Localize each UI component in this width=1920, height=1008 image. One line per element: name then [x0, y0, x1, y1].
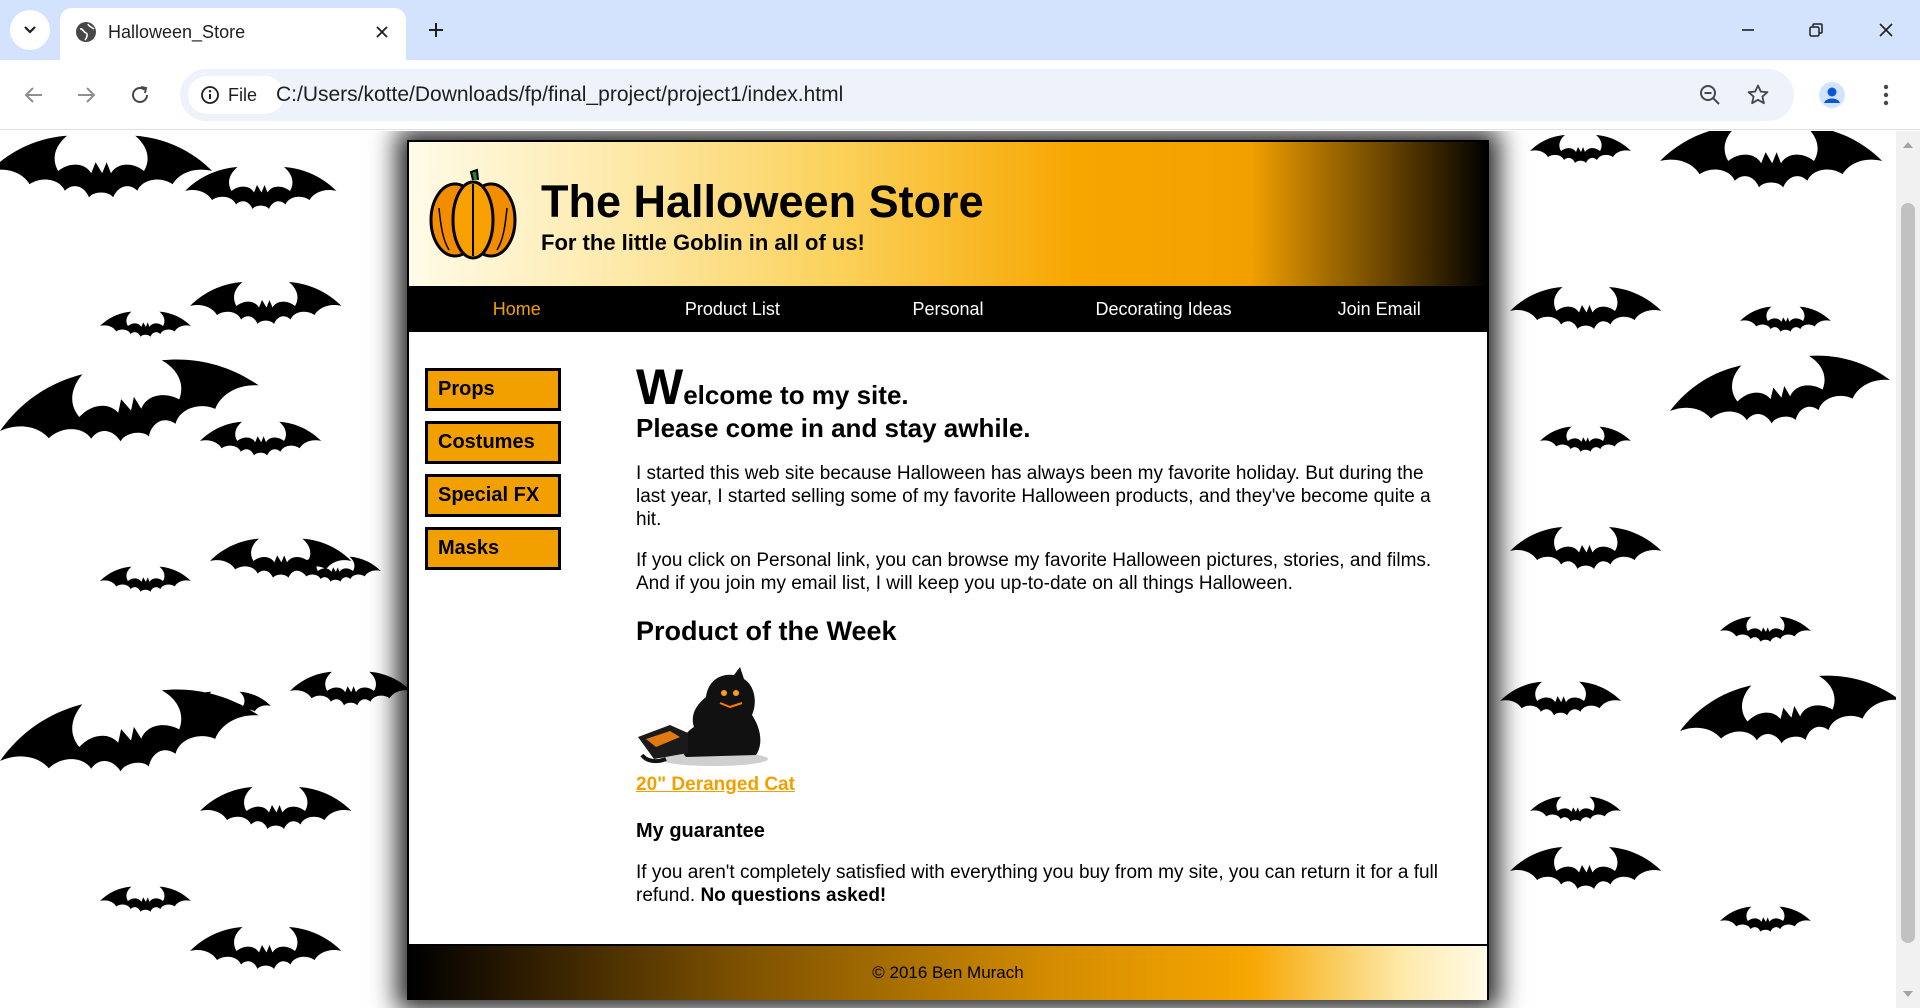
side-nav-special-fx[interactable]: Special FX	[425, 474, 561, 517]
site-footer: © 2016 Ben Murach	[409, 944, 1487, 1000]
guarantee-bold-text: No questions asked!	[700, 885, 887, 906]
avatar-icon	[1819, 82, 1845, 108]
forward-arrow-icon	[78, 87, 96, 103]
plus-icon	[429, 23, 443, 37]
close-window-button[interactable]	[1866, 10, 1906, 50]
forward-button[interactable]	[66, 75, 106, 115]
restore-icon	[1809, 23, 1823, 37]
site-tagline: For the little Goblin in all of us!	[541, 230, 865, 255]
back-button[interactable]	[14, 75, 54, 115]
zoom-out-icon	[1700, 85, 1720, 105]
browser-toolbar: File C:/Users/kotte/Downloads/fp/final_p…	[0, 60, 1920, 130]
vertical-scrollbar[interactable]	[1896, 131, 1920, 1008]
browser-menu-button[interactable]	[1866, 75, 1906, 115]
tab-strip: Halloween_Store	[0, 0, 1920, 60]
nav-decorating-ideas[interactable]: Decorating Ideas	[1056, 286, 1272, 332]
intro-paragraph: I started this web site because Hallowee…	[636, 463, 1431, 530]
tab-search-button[interactable]	[10, 10, 50, 50]
guarantee-heading: My guarantee	[636, 820, 765, 842]
guarantee-paragraph: If you aren't completely satisfied with …	[636, 861, 1456, 907]
site-title: The Halloween Store	[541, 176, 984, 227]
file-label: File	[228, 84, 258, 105]
deranged-cat-image[interactable]	[636, 667, 770, 767]
main-nav: Home Product List Personal Decorating Id…	[409, 286, 1487, 332]
profile-button[interactable]	[1812, 75, 1852, 115]
personal-paragraph: If you click on Personal link, you can b…	[636, 550, 1432, 594]
nav-join-email[interactable]: Join Email	[1271, 286, 1487, 332]
nav-home[interactable]: Home	[409, 286, 625, 332]
chevron-down-icon	[24, 26, 36, 34]
welcome-subheading: Please come in and stay awhile.	[636, 413, 1031, 443]
restore-button[interactable]	[1796, 10, 1836, 50]
pumpkin-logo-icon	[429, 168, 517, 260]
reload-button[interactable]	[120, 75, 160, 115]
side-nav-costumes[interactable]: Costumes	[425, 421, 561, 464]
minimize-icon	[1742, 29, 1754, 31]
side-nav-props[interactable]: Props	[425, 368, 561, 411]
main-content: Welcome to my site. Please come in and s…	[636, 352, 1456, 907]
browser-tab[interactable]: Halloween_Store	[60, 8, 406, 60]
tab-title: Halloween_Store	[108, 22, 246, 42]
scroll-down-icon[interactable]	[1902, 988, 1914, 1000]
close-tab-icon[interactable]	[370, 20, 394, 44]
new-tab-button[interactable]	[418, 12, 454, 48]
welcome-heading: Welcome to my site.	[636, 362, 1456, 412]
product-link[interactable]: 20" Deranged Cat	[636, 773, 795, 797]
star-icon	[1747, 84, 1769, 105]
back-arrow-icon	[24, 87, 42, 103]
welcome-drop-cap: W	[636, 359, 684, 415]
side-nav-masks[interactable]: Masks	[425, 527, 561, 570]
bookmark-button[interactable]	[1742, 79, 1774, 111]
minimize-button[interactable]	[1728, 10, 1768, 50]
page-viewport: The Halloween Store For the little Gobli…	[0, 131, 1896, 1008]
site-header: The Halloween Store For the little Gobli…	[409, 142, 1487, 286]
globe-icon	[76, 22, 96, 42]
site-info-chip[interactable]: File	[188, 76, 284, 114]
close-icon	[1879, 23, 1893, 37]
more-vertical-icon	[1883, 84, 1889, 106]
side-nav: Props Costumes Special FX Masks	[425, 368, 561, 580]
scrollbar-thumb[interactable]	[1901, 203, 1915, 943]
welcome-text: elcome to my site.	[683, 380, 909, 410]
site-page: The Halloween Store For the little Gobli…	[407, 140, 1489, 1000]
nav-product-list[interactable]: Product List	[625, 286, 841, 332]
scroll-up-icon[interactable]	[1902, 139, 1914, 151]
reload-icon	[132, 86, 148, 103]
address-bar[interactable]: File C:/Users/kotte/Downloads/fp/final_p…	[180, 69, 1794, 121]
product-of-week-heading: Product of the Week	[636, 616, 897, 646]
info-icon	[201, 86, 219, 104]
nav-personal[interactable]: Personal	[840, 286, 1056, 332]
zoom-button[interactable]	[1694, 79, 1726, 111]
copyright-text: © 2016 Ben Murach	[872, 963, 1024, 982]
url-text[interactable]: C:/Users/kotte/Downloads/fp/final_projec…	[276, 83, 843, 107]
